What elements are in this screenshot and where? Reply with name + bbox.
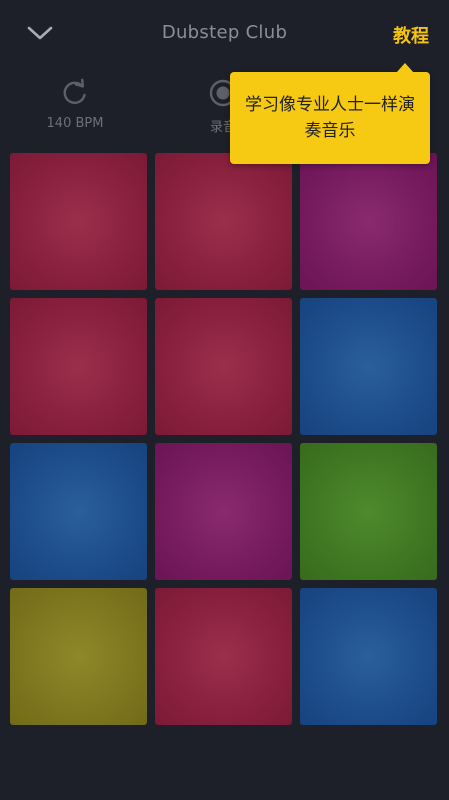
tooltip-text: 学习像专业人士一样演奏音乐 bbox=[245, 95, 415, 141]
header: Dubstep Club 教程 bbox=[0, 0, 449, 70]
pad-grid bbox=[10, 153, 438, 725]
pad-4[interactable] bbox=[10, 298, 147, 435]
pad-8[interactable] bbox=[155, 443, 292, 580]
pad-9[interactable] bbox=[300, 443, 437, 580]
pad-6[interactable] bbox=[300, 298, 437, 435]
pad-10[interactable] bbox=[10, 588, 147, 725]
tutorial-button[interactable]: 教程 bbox=[393, 22, 429, 48]
refresh-icon bbox=[63, 78, 86, 104]
app-root: Dubstep Club 教程 140 BPM 录音 学习像专业人士一样演奏音乐 bbox=[0, 0, 449, 800]
bpm-button[interactable]: 140 BPM bbox=[25, 78, 125, 131]
pad-7[interactable] bbox=[10, 443, 147, 580]
pad-1[interactable] bbox=[10, 153, 147, 290]
pad-3[interactable] bbox=[300, 153, 437, 290]
tutorial-tooltip[interactable]: 学习像专业人士一样演奏音乐 bbox=[230, 63, 430, 164]
page-title: Dubstep Club bbox=[161, 22, 288, 43]
pad-11[interactable] bbox=[155, 588, 292, 725]
pad-5[interactable] bbox=[155, 298, 292, 435]
pad-2[interactable] bbox=[155, 153, 292, 290]
pad-12[interactable] bbox=[300, 588, 437, 725]
bpm-label: 140 BPM bbox=[46, 116, 104, 131]
